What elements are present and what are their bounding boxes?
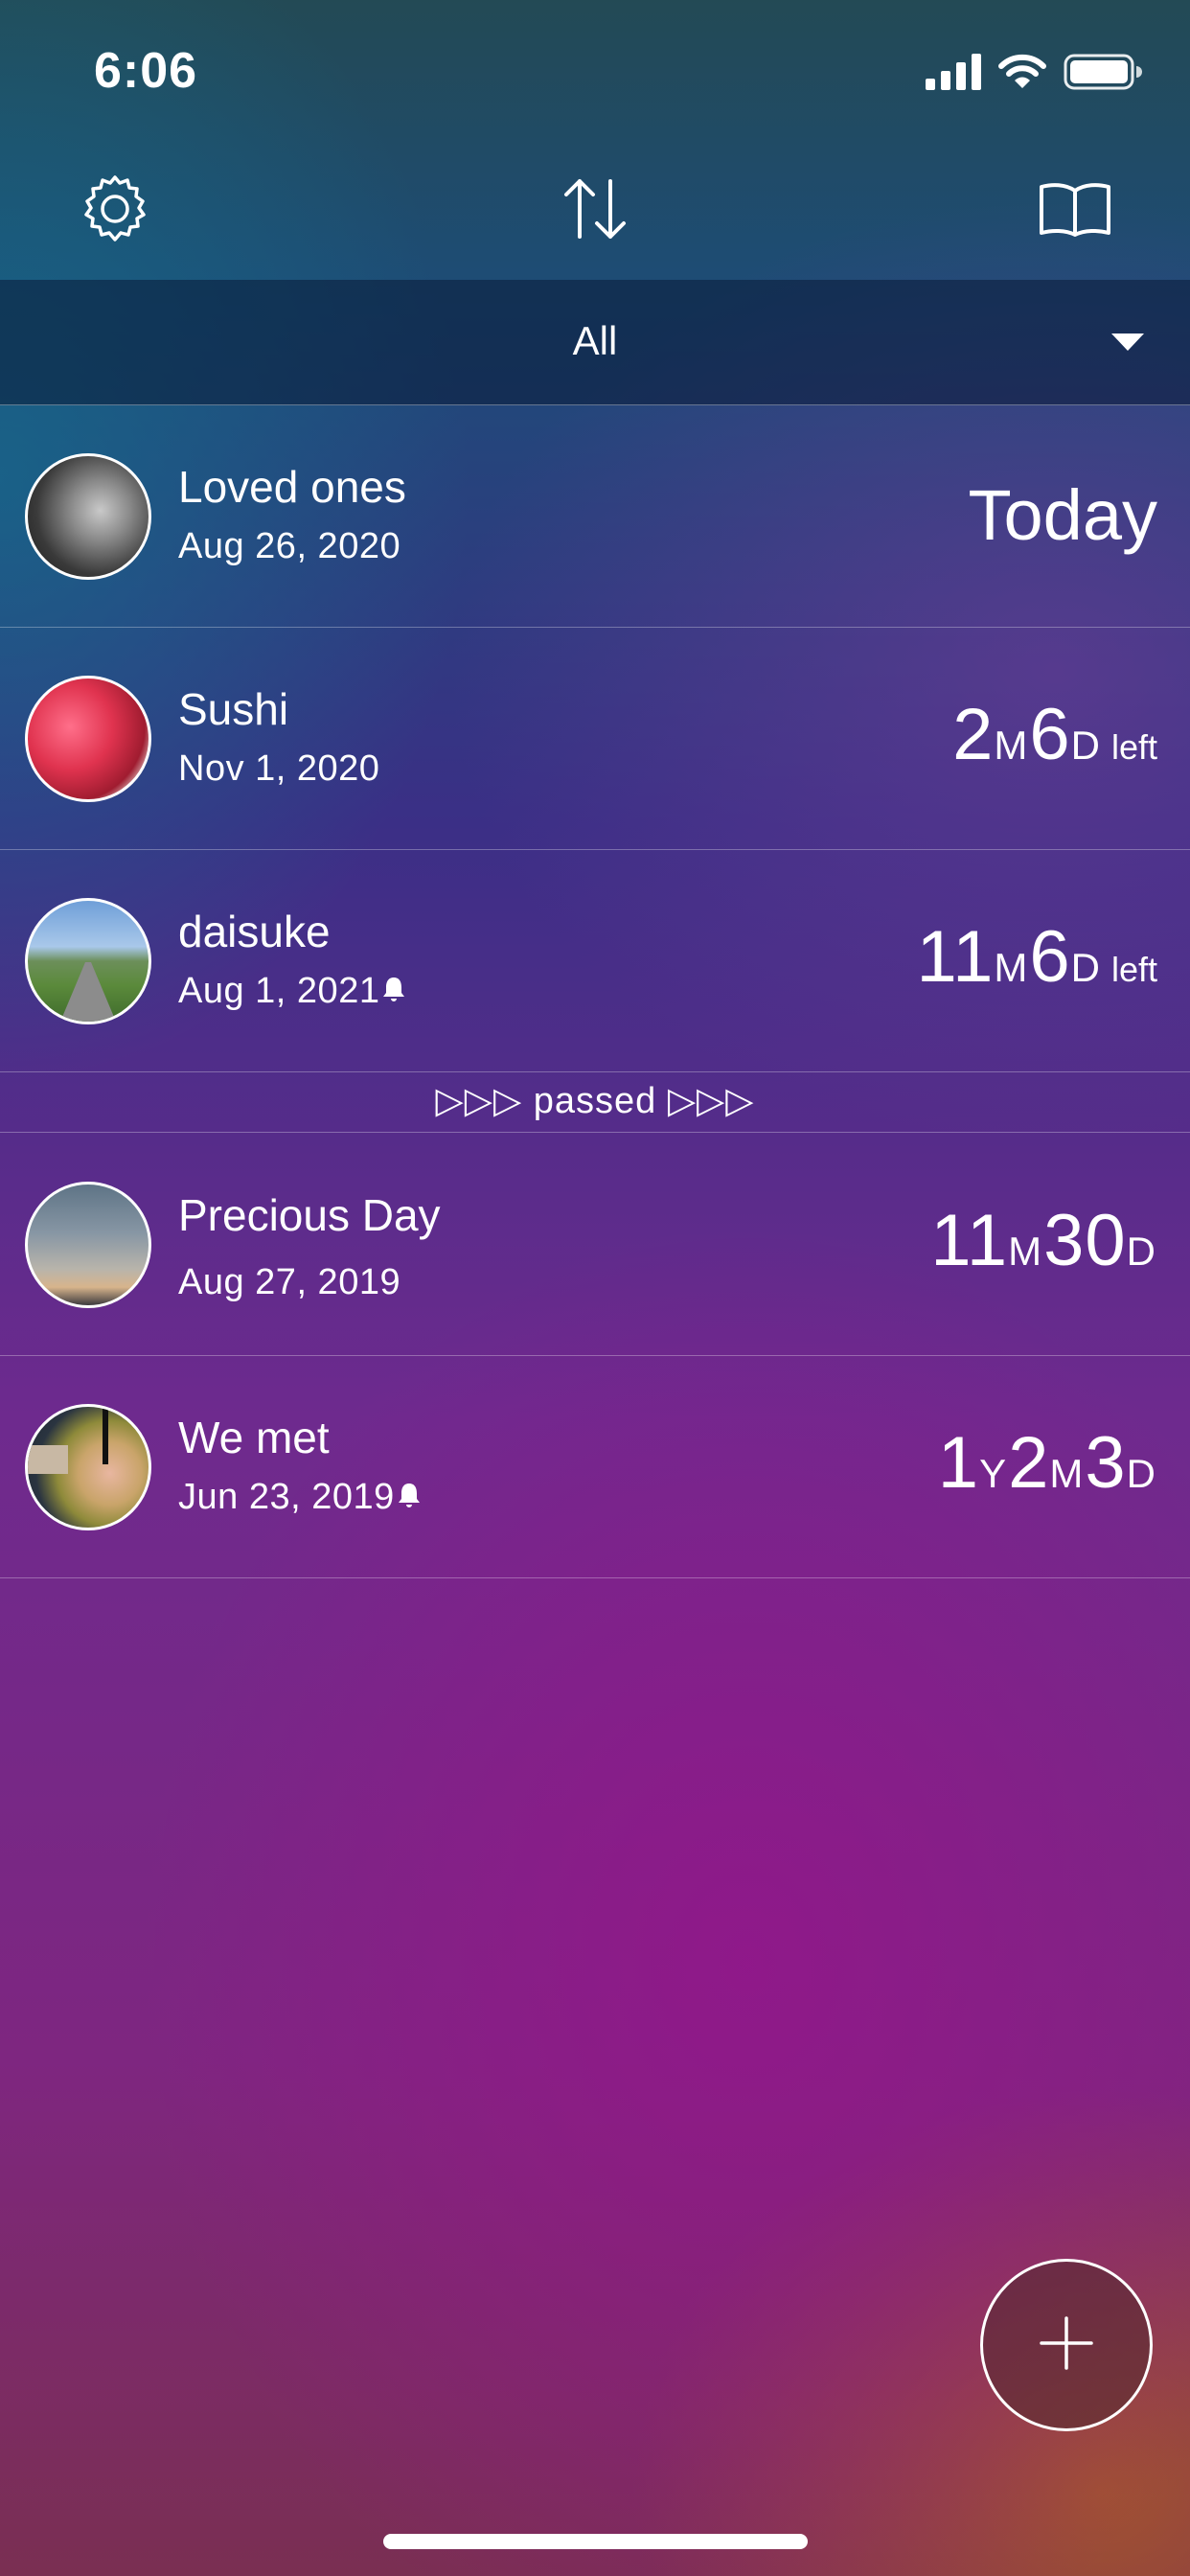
event-title: We met (178, 1413, 330, 1462)
unit-label: M (1008, 1229, 1042, 1274)
countdown-days: 6 (1029, 694, 1071, 775)
book-button[interactable] (1037, 172, 1113, 249)
countdown-months: 11 (930, 1200, 1009, 1281)
bell-icon (381, 971, 406, 1012)
event-title: Precious Day (178, 1190, 441, 1240)
filter-label: All (572, 318, 618, 363)
list-item[interactable]: Sushi Nov 1, 2020 2 M 6 Dleft (0, 628, 1190, 850)
countdown-years: 1 (937, 1422, 980, 1504)
unit-label: Y (979, 1451, 1007, 1496)
countdown-days: 30 (1043, 1200, 1127, 1281)
unit-label: M (994, 945, 1028, 990)
countdown-days: 3 (1085, 1422, 1127, 1504)
countdown: 1Y2M3D (938, 1421, 1157, 1505)
open-book-icon (1039, 181, 1111, 242)
sort-arrows-icon (561, 177, 629, 245)
avatar (25, 452, 151, 580)
unit-label: D (1070, 945, 1100, 990)
settings-button[interactable] (77, 172, 153, 249)
chevron-down-icon (1111, 334, 1144, 351)
unit-label: D (1126, 1451, 1156, 1496)
passed-divider: ▷▷▷ passed ▷▷▷ (0, 1070, 1190, 1133)
battery-icon (1064, 54, 1142, 95)
avatar (25, 1403, 151, 1530)
countdown-days: 6 (1029, 916, 1071, 998)
event-title: Sushi (178, 684, 289, 734)
event-date-wrap: Jun 23, 2019 (178, 1477, 422, 1518)
avatar (25, 1181, 151, 1308)
status-bar: 6:06 (0, 0, 1190, 144)
add-event-button[interactable] (980, 2259, 1153, 2431)
sort-button[interactable] (557, 172, 633, 249)
event-title: Loved ones (178, 462, 406, 512)
list-item[interactable]: We met Jun 23, 2019 1Y2M3D (0, 1356, 1190, 1578)
status-time: 6:06 (94, 43, 198, 99)
avatar (25, 675, 151, 802)
unit-label: M (1049, 1451, 1084, 1496)
unit-label: M (994, 723, 1028, 768)
list-item[interactable]: daisuke Aug 1, 2021 11 M 6 Dleft (0, 850, 1190, 1072)
nav-bar (0, 144, 1190, 278)
unit-label: D (1126, 1229, 1156, 1274)
countdown: Today (969, 474, 1157, 556)
event-date: Aug 26, 2020 (178, 526, 401, 566)
countdown-months: 11 (916, 916, 995, 998)
countdown: 11 M 6 Dleft (916, 915, 1157, 999)
event-date: Jun 23, 2019 (178, 1477, 395, 1517)
countdown-months: 2 (952, 694, 995, 775)
countdown: 11 M 30 D (930, 1199, 1157, 1282)
wifi-icon (998, 54, 1046, 95)
left-label: left (1110, 950, 1157, 989)
avatar (25, 897, 151, 1024)
countdown-value: Today (968, 475, 1157, 555)
list-item[interactable]: Precious Day Aug 27, 2019 11 M 30 D (0, 1134, 1190, 1356)
category-filter[interactable]: All (0, 280, 1190, 405)
event-date: Aug 1, 2021 (178, 971, 380, 1011)
plus-icon (1038, 2314, 1095, 2377)
countdown-months: 2 (1008, 1422, 1050, 1504)
list-item[interactable]: Loved ones Aug 26, 2020 Today (0, 405, 1190, 628)
event-title: daisuke (178, 907, 331, 956)
unit-label: D (1070, 723, 1100, 768)
left-label: left (1110, 727, 1157, 767)
gear-icon (80, 173, 150, 249)
event-date: Nov 1, 2020 (178, 748, 380, 789)
signal-icon (926, 54, 981, 95)
bell-icon (397, 1477, 422, 1518)
countdown: 2 M 6 Dleft (952, 693, 1157, 776)
home-indicator[interactable] (383, 2534, 808, 2549)
event-date-wrap: Aug 1, 2021 (178, 971, 406, 1012)
event-date: Aug 27, 2019 (178, 1262, 401, 1302)
